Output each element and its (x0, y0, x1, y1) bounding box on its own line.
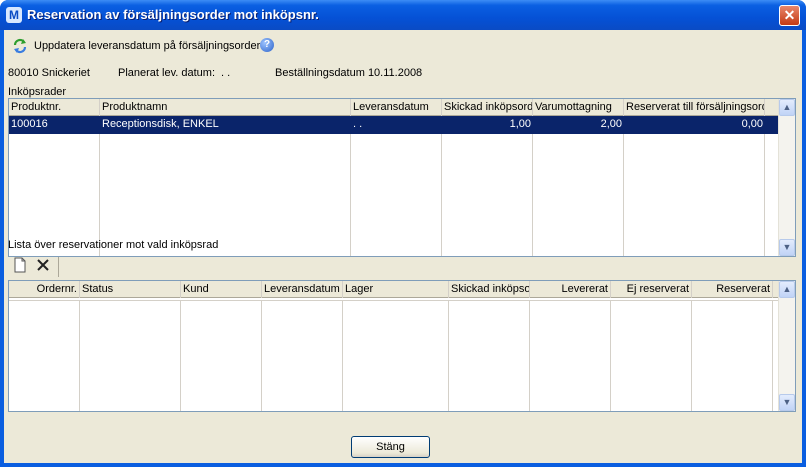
dialog-window: M Reservation av försäljningsorder mot i… (0, 0, 806, 467)
new-document-icon[interactable] (10, 257, 30, 277)
cell-product-no: 100016 (11, 118, 48, 130)
close-button[interactable]: Stäng (351, 436, 430, 458)
col-header-product-no[interactable]: Produktnr. (9, 99, 100, 116)
title-bar[interactable]: M Reservation av försäljningsorder mot i… (0, 0, 806, 30)
col-header-delivered[interactable]: Levererat (530, 281, 611, 298)
col-header-product-name[interactable]: Produktnamn (100, 99, 351, 116)
purchase-grid-header: Produktnr. Produktnamn Leveransdatum Ski… (9, 99, 778, 116)
col-header-res-sent-order[interactable]: Skickad inköpsorder (449, 281, 530, 298)
col-header-reserved[interactable]: Reserverat till försäljningsorder (624, 99, 765, 116)
col-header-order-no[interactable]: Ordernr. (9, 281, 80, 298)
col-header-sent-order[interactable]: Skickad inköpsorder (442, 99, 533, 116)
scroll-down-icon[interactable]: ▼ (779, 239, 795, 256)
col-header-delivery-date[interactable]: Leveransdatum (351, 99, 442, 116)
col-header-not-reserved[interactable]: Ej reserverat (611, 281, 692, 298)
col-header-res-delivery-date[interactable]: Leveransdatum (262, 281, 343, 298)
cell-reserved: 0,00 (741, 118, 763, 130)
supplier-label: 80010 Snickeriet (8, 67, 90, 79)
cell-sent-order: 1,00 (509, 118, 531, 130)
dialog-content: Uppdatera leveransdatum på försäljningso… (4, 30, 802, 463)
window-title: Reservation av försäljningsorder mot ink… (27, 7, 319, 22)
col-header-customer[interactable]: Kund (181, 281, 262, 298)
col-header-res-reserved[interactable]: Reserverat (692, 281, 773, 298)
reservations-grid[interactable]: Ordernr. Status Kund Leveransdatum Lager… (8, 280, 796, 412)
reservations-grid-header: Ordernr. Status Kund Leveransdatum Lager… (9, 281, 778, 298)
scroll-up-icon[interactable]: ▲ (779, 281, 795, 298)
col-header-warehouse[interactable]: Lager (343, 281, 449, 298)
app-icon: M (6, 7, 22, 23)
purchase-row-selected[interactable]: 100016 Receptionsdisk, ENKEL . . 1,00 2,… (9, 116, 778, 134)
planned-date-value: . . (221, 67, 231, 79)
cell-delivery-date: . . (353, 118, 363, 130)
help-icon[interactable]: ? (260, 38, 274, 52)
planned-date-label: Planerat lev. datum: (118, 67, 216, 79)
reservations-section-label: Lista över reservationer mot vald inköps… (8, 239, 219, 251)
refresh-icon[interactable] (12, 38, 28, 54)
delete-x-icon[interactable] (33, 257, 53, 277)
col-header-goods-receipt[interactable]: Varumottagning (533, 99, 624, 116)
purchase-rows-section-label: Inköpsrader (8, 86, 67, 98)
order-date-label: Beställningsdatum 10.11.2008 (275, 67, 423, 79)
purchase-rows-grid[interactable]: Produktnr. Produktnamn Leveransdatum Ski… (8, 98, 796, 257)
reservations-grid-scrollbar[interactable]: ▲ ▼ (778, 281, 795, 411)
scroll-down-icon[interactable]: ▼ (779, 394, 795, 411)
cell-product-name: Receptionsdisk, ENKEL (102, 118, 219, 130)
cell-goods-receipt: 2,00 (600, 118, 622, 130)
purchase-grid-scrollbar[interactable]: ▲ ▼ (778, 99, 795, 256)
scroll-up-icon[interactable]: ▲ (779, 99, 795, 116)
window-close-button[interactable]: ✕ (779, 5, 800, 26)
update-delivery-date-link[interactable]: Uppdatera leveransdatum på försäljningso… (34, 40, 260, 52)
col-header-status[interactable]: Status (80, 281, 181, 298)
